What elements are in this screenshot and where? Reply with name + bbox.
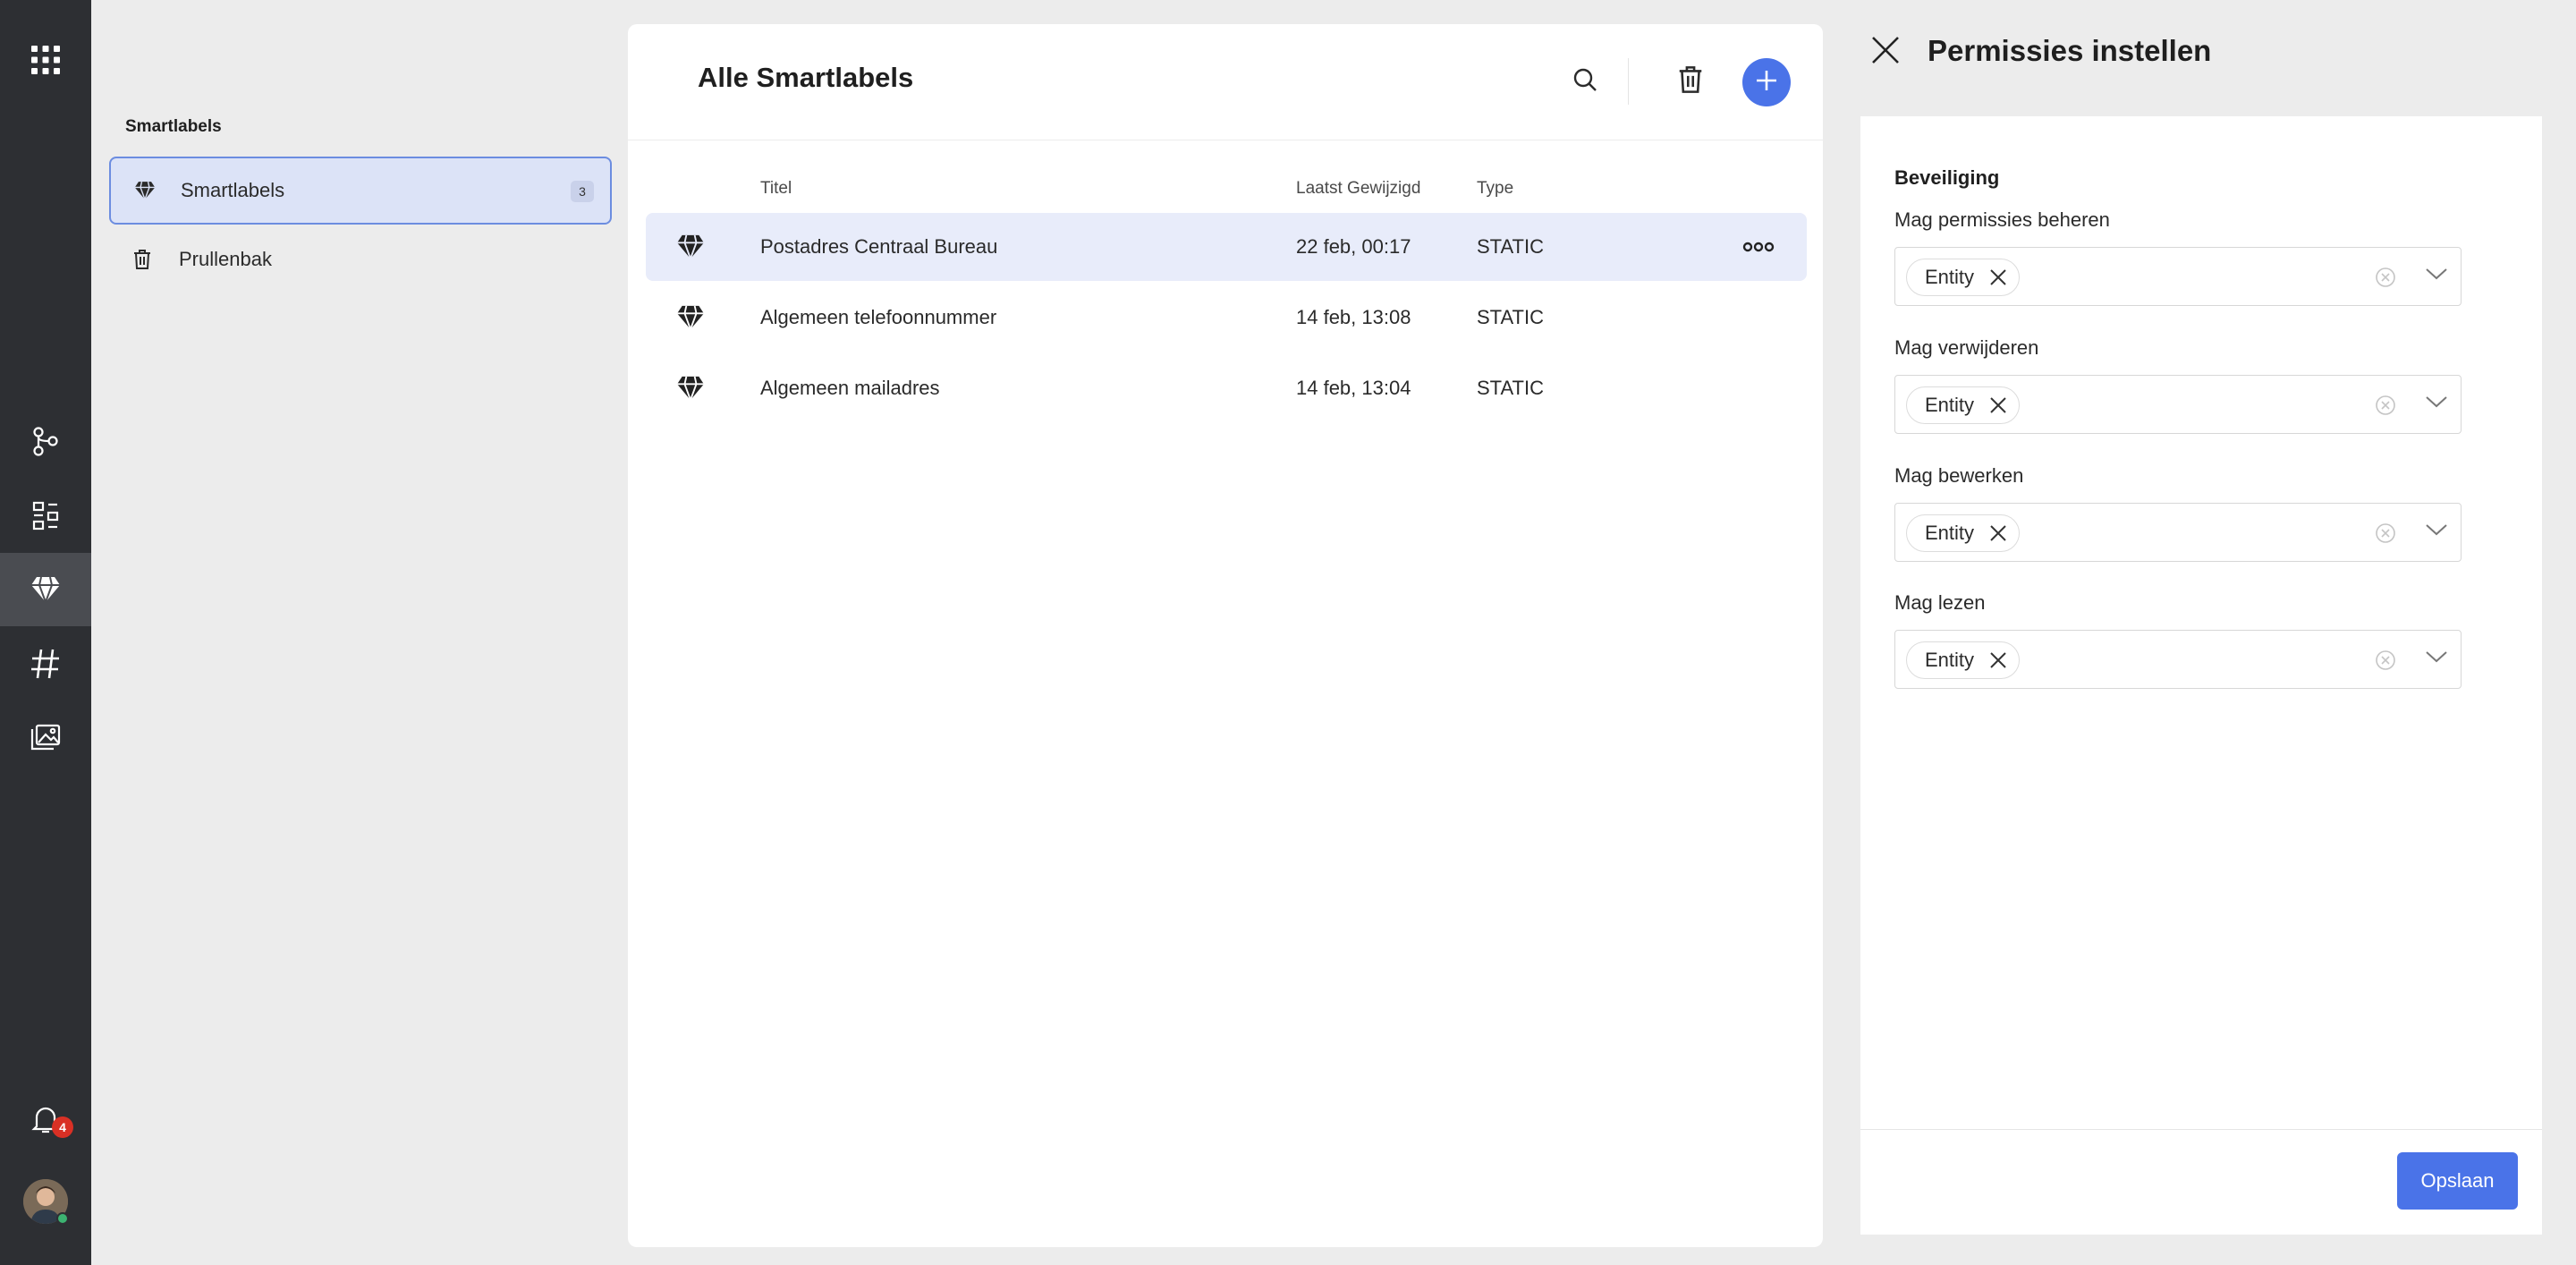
layout-icon[interactable] <box>0 479 91 552</box>
secondary-sidebar: Smartlabels Smartlabels 3 Prullenbak <box>91 0 628 1265</box>
table-header: Titel Laatst Gewijzigd Type <box>628 179 1823 206</box>
sidebar-item-label: Prullenbak <box>179 248 272 270</box>
more-options-icon[interactable] <box>1742 236 1775 262</box>
branch-icon[interactable] <box>0 404 91 478</box>
sidebar-item-prullenbak[interactable]: Prullenbak <box>109 225 612 293</box>
row-title: Postadres Centraal Bureau <box>760 235 998 258</box>
chevron-down-icon[interactable] <box>2425 394 2448 414</box>
clear-icon[interactable] <box>2375 267 2396 293</box>
media-folder-icon[interactable] <box>0 701 91 775</box>
save-button[interactable]: Opslaan <box>2397 1152 2518 1210</box>
field-label: Mag permissies beheren <box>1894 208 2110 231</box>
notification-badge: 4 <box>52 1116 73 1138</box>
add-smartlabel-button[interactable] <box>1742 58 1791 106</box>
sidebar-item-smartlabels[interactable]: Smartlabels 3 <box>109 157 612 225</box>
table-row[interactable]: Algemeen telefoonnummer 14 feb, 13:08 ST… <box>646 284 1807 352</box>
entity-chip: Entity <box>1906 259 2021 296</box>
remove-chip-icon[interactable] <box>1988 395 2008 415</box>
row-modified: 14 feb, 13:04 <box>1296 377 1411 399</box>
table-row[interactable]: Postadres Centraal Bureau 22 feb, 00:17 … <box>646 213 1807 281</box>
section-title: Beveiliging <box>1894 166 2000 189</box>
panel-footer-divider <box>1860 1129 2542 1130</box>
permission-select-lezen[interactable]: Entity <box>1894 630 2462 689</box>
table-row[interactable]: Algemeen mailadres 14 feb, 13:04 STATIC <box>646 354 1807 422</box>
remove-chip-icon[interactable] <box>1988 267 2008 287</box>
panel-title: Permissies instellen <box>1928 34 2212 67</box>
plus-icon <box>1755 69 1778 97</box>
diamond-icon <box>134 181 177 200</box>
smartlabel-diamond-icon[interactable] <box>0 553 91 626</box>
field-label: Mag bewerken <box>1894 464 2024 487</box>
column-header-type[interactable]: Type <box>1477 179 1513 199</box>
chip-label: Entity <box>1925 649 1975 671</box>
smartlabel-diamond-icon <box>676 234 705 264</box>
chevron-down-icon[interactable] <box>2425 522 2448 542</box>
online-status-indicator <box>56 1212 69 1225</box>
permission-select-bewerken[interactable]: Entity <box>1894 503 2462 562</box>
apps-grid-icon[interactable] <box>0 23 91 97</box>
remove-chip-icon[interactable] <box>1988 650 2008 670</box>
remove-chip-icon[interactable] <box>1988 523 2008 543</box>
search-button[interactable] <box>1560 56 1610 106</box>
smartlabel-diamond-icon <box>676 305 705 335</box>
hashtag-icon[interactable] <box>0 627 91 700</box>
sidebar-item-label: Smartlabels <box>181 179 285 201</box>
chevron-down-icon[interactable] <box>2425 649 2448 669</box>
permission-select-verwijderen[interactable]: Entity <box>1894 375 2462 434</box>
page-title: Alle Smartlabels <box>698 62 914 93</box>
row-type: STATIC <box>1477 306 1544 328</box>
entity-chip: Entity <box>1906 514 2021 552</box>
row-modified: 22 feb, 00:17 <box>1296 235 1411 258</box>
column-header-titel[interactable]: Titel <box>760 179 792 199</box>
row-type: STATIC <box>1477 235 1544 258</box>
sidebar-title: Smartlabels <box>125 117 222 136</box>
smartlabels-list-panel: Alle Smartlabels Titel Laatst Gewijzigd <box>628 24 1823 1247</box>
search-icon <box>1572 67 1597 97</box>
chevron-down-icon[interactable] <box>2425 266 2448 286</box>
trash-button[interactable] <box>1665 56 1716 106</box>
row-type: STATIC <box>1477 377 1544 399</box>
list-header: Alle Smartlabels <box>628 24 1823 140</box>
column-header-laatst-gewijzigd[interactable]: Laatst Gewijzigd <box>1296 179 1420 199</box>
field-label: Mag verwijderen <box>1894 336 2039 359</box>
clear-icon[interactable] <box>2375 522 2396 548</box>
permissions-panel: Beveiliging Mag permissies beheren Entit… <box>1860 116 2542 1235</box>
row-modified: 14 feb, 13:08 <box>1296 306 1411 328</box>
row-title: Algemeen mailadres <box>760 377 940 399</box>
chip-label: Entity <box>1925 266 1975 288</box>
chip-label: Entity <box>1925 394 1975 416</box>
header-divider <box>1628 58 1629 105</box>
bell-icon[interactable] <box>0 1082 91 1156</box>
count-badge: 3 <box>571 181 594 202</box>
clear-icon[interactable] <box>2375 649 2396 675</box>
field-label: Mag lezen <box>1894 591 1986 614</box>
permission-select-beheren[interactable]: Entity <box>1894 247 2462 306</box>
trash-icon <box>1677 64 1704 99</box>
entity-chip: Entity <box>1906 386 2021 424</box>
app-rail: 4 <box>0 0 91 1265</box>
close-icon[interactable] <box>1869 34 1902 71</box>
row-title: Algemeen telefoonnummer <box>760 306 997 328</box>
smartlabel-diamond-icon <box>676 376 705 405</box>
entity-chip: Entity <box>1906 641 2021 679</box>
clear-icon[interactable] <box>2375 395 2396 420</box>
chip-label: Entity <box>1925 522 1975 544</box>
trash-icon <box>132 249 175 270</box>
